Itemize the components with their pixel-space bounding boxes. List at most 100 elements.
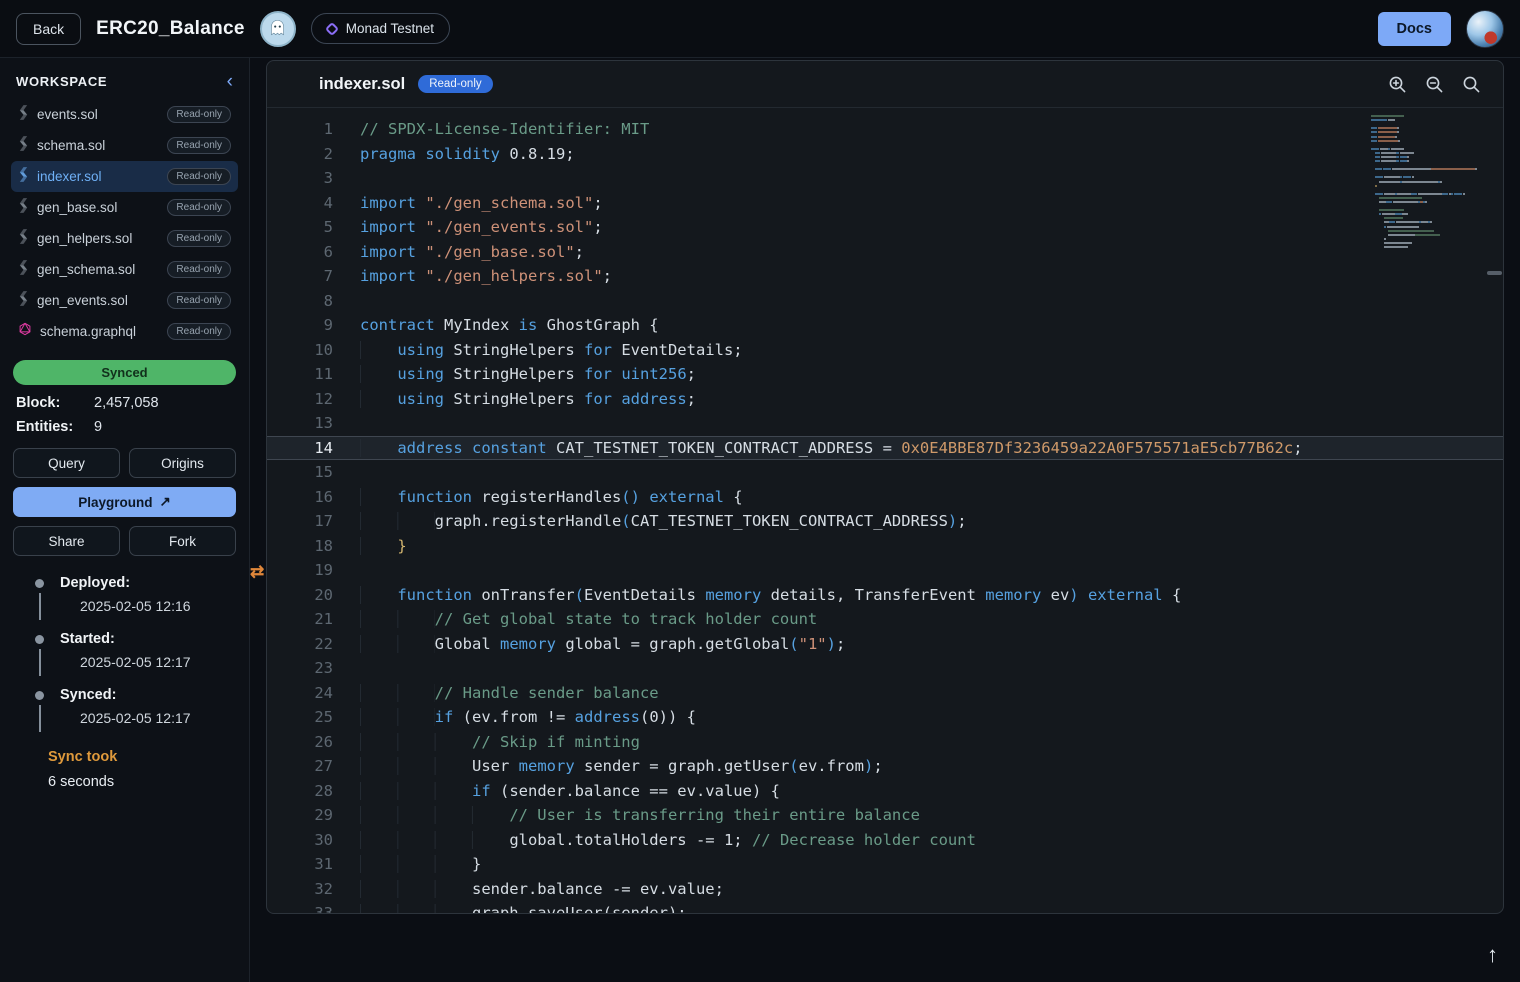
code-line[interactable]: 19 bbox=[267, 558, 1503, 583]
code-line[interactable]: 31 } bbox=[267, 852, 1503, 877]
block-stat: Block: 2,457,058 bbox=[11, 391, 238, 415]
ghostgraph-logo-icon[interactable] bbox=[260, 11, 296, 47]
code-line[interactable]: 30 global.totalHolders -= 1; // Decrease… bbox=[267, 828, 1503, 853]
share-button[interactable]: Share bbox=[13, 526, 120, 556]
code-line[interactable]: 13 bbox=[267, 411, 1503, 436]
origins-button[interactable]: Origins bbox=[129, 448, 236, 478]
solidity-icon bbox=[18, 229, 29, 249]
code-text: // Handle sender balance bbox=[360, 681, 659, 706]
code-line[interactable]: 12 using StringHelpers for address; bbox=[267, 387, 1503, 412]
block-value: 2,457,058 bbox=[94, 395, 159, 411]
code-line[interactable]: 23 bbox=[267, 656, 1503, 681]
timeline-item-synced: Synced: 2025-02-05 12:17 bbox=[13, 687, 236, 743]
code-line[interactable]: 26 // Skip if minting bbox=[267, 730, 1503, 755]
sidebar-item-indexer-sol[interactable]: indexer.sol Read-only bbox=[11, 161, 238, 192]
code-line[interactable]: 15 bbox=[267, 460, 1503, 485]
query-button[interactable]: Query bbox=[13, 448, 120, 478]
code-line[interactable]: 8 bbox=[267, 289, 1503, 314]
network-badge[interactable]: Monad Testnet bbox=[311, 13, 450, 44]
line-number: 17 bbox=[267, 509, 333, 534]
code-line[interactable]: 7 import "./gen_helpers.sol"; bbox=[267, 264, 1503, 289]
fork-button[interactable]: Fork bbox=[129, 526, 236, 556]
file-name: gen_helpers.sol bbox=[37, 231, 132, 246]
code-text: User memory sender = graph.getUser(ev.fr… bbox=[360, 754, 883, 779]
code-line[interactable]: 25 if (ev.from != address(0)) { bbox=[267, 705, 1503, 730]
timeline-item-started: Started: 2025-02-05 12:17 bbox=[13, 631, 236, 687]
line-number: 21 bbox=[267, 607, 333, 632]
sidebar-item-gen-base-sol[interactable]: gen_base.sol Read-only bbox=[11, 192, 238, 223]
sidebar-item-schema-sol[interactable]: schema.sol Read-only bbox=[11, 130, 238, 161]
line-number: 15 bbox=[267, 460, 333, 485]
user-avatar[interactable] bbox=[1466, 10, 1504, 48]
code-line[interactable]: 14 address constant CAT_TESTNET_TOKEN_CO… bbox=[267, 436, 1503, 461]
line-number: 6 bbox=[267, 240, 333, 265]
code-line[interactable]: 5import "./gen_events.sol"; bbox=[267, 215, 1503, 240]
zoom-in-icon[interactable] bbox=[1388, 75, 1407, 94]
editor-filename: indexer.sol bbox=[319, 75, 405, 94]
timeline-dot bbox=[35, 691, 44, 700]
code-line[interactable]: 10 using StringHelpers for EventDetails; bbox=[267, 338, 1503, 363]
block-label: Block: bbox=[16, 395, 94, 411]
scroll-to-top-button[interactable]: ↑ bbox=[1487, 942, 1498, 968]
playground-button[interactable]: Playground ↗ bbox=[13, 487, 236, 517]
sync-duration: Sync took 6 seconds bbox=[48, 749, 236, 790]
code-line[interactable]: 2pragma solidity 0.8.19; bbox=[267, 142, 1503, 167]
readonly-badge: Read-only bbox=[167, 137, 231, 154]
code-line[interactable]: 16 function registerHandles() external { bbox=[267, 485, 1503, 510]
zoom-out-icon[interactable] bbox=[1425, 75, 1444, 94]
minimap[interactable] bbox=[1371, 114, 1485, 254]
code-line[interactable]: 4import "./gen_schema.sol"; bbox=[267, 191, 1503, 216]
code-line[interactable]: 21 // Get global state to track holder c… bbox=[267, 607, 1503, 632]
line-number: 10 bbox=[267, 338, 333, 363]
sidebar-item-gen-helpers-sol[interactable]: gen_helpers.sol Read-only bbox=[11, 223, 238, 254]
code-text: if (ev.from != address(0)) { bbox=[360, 705, 696, 730]
code-line[interactable]: 24 // Handle sender balance bbox=[267, 681, 1503, 706]
code-line[interactable]: 20 function onTransfer(EventDetails memo… bbox=[267, 583, 1503, 608]
code-line[interactable]: 11 using StringHelpers for uint256; bbox=[267, 362, 1503, 387]
sidebar-item-schema-graphql[interactable]: schema.graphql Read-only bbox=[11, 316, 238, 347]
playground-label: Playground bbox=[78, 495, 152, 510]
scrollbar-thumb[interactable] bbox=[1487, 271, 1502, 275]
code-line[interactable]: 32 sender.balance -= ev.value; bbox=[267, 877, 1503, 902]
file-name: indexer.sol bbox=[37, 169, 102, 184]
line-number: 5 bbox=[267, 215, 333, 240]
timeline-item-deployed: Deployed: 2025-02-05 12:16 bbox=[13, 575, 236, 631]
sync-duration-value: 6 seconds bbox=[48, 774, 236, 790]
file-name: gen_events.sol bbox=[37, 293, 128, 308]
sidebar-item-events-sol[interactable]: events.sol Read-only bbox=[11, 99, 238, 130]
code-area[interactable]: 1// SPDX-License-Identifier: MIT2pragma … bbox=[267, 108, 1503, 913]
code-text: address constant CAT_TESTNET_TOKEN_CONTR… bbox=[360, 436, 1303, 461]
code-line[interactable]: 22 Global memory global = graph.getGloba… bbox=[267, 632, 1503, 657]
line-number: 26 bbox=[267, 730, 333, 755]
code-text: if (sender.balance == ev.value) { bbox=[360, 779, 780, 804]
code-line[interactable]: 33 graph.saveUser(sender); bbox=[267, 901, 1503, 913]
workspace-header: WORKSPACE ‹ bbox=[11, 72, 238, 99]
code-line[interactable]: 1// SPDX-License-Identifier: MIT bbox=[267, 117, 1503, 142]
ghost-icon bbox=[266, 17, 289, 40]
code-line[interactable]: 18 } bbox=[267, 534, 1503, 559]
code-text: import "./gen_helpers.sol"; bbox=[360, 264, 612, 289]
docs-button[interactable]: Docs bbox=[1378, 12, 1451, 46]
code-line[interactable]: 17 graph.registerHandle(CAT_TESTNET_TOKE… bbox=[267, 509, 1503, 534]
sidebar: WORKSPACE ‹ events.sol Read-only schema.… bbox=[0, 58, 250, 982]
sync-duration-label: Sync took bbox=[48, 749, 236, 765]
network-name: Monad Testnet bbox=[346, 21, 434, 36]
line-number: 7 bbox=[267, 264, 333, 289]
back-button[interactable]: Back bbox=[16, 13, 81, 45]
sidebar-item-gen-events-sol[interactable]: gen_events.sol Read-only bbox=[11, 285, 238, 316]
code-line[interactable]: 28 if (sender.balance == ev.value) { bbox=[267, 779, 1503, 804]
line-number: 3 bbox=[267, 166, 333, 191]
code-line[interactable]: 6import "./gen_base.sol"; bbox=[267, 240, 1503, 265]
timeline-dot bbox=[35, 579, 44, 588]
line-number: 32 bbox=[267, 877, 333, 902]
code-line[interactable]: 29 // User is transferring their entire … bbox=[267, 803, 1503, 828]
sidebar-item-gen-schema-sol[interactable]: gen_schema.sol Read-only bbox=[11, 254, 238, 285]
search-icon[interactable] bbox=[1462, 75, 1481, 94]
collapse-sidebar-icon[interactable]: ‹ bbox=[227, 75, 233, 89]
code-line[interactable]: 9contract MyIndex is GhostGraph { bbox=[267, 313, 1503, 338]
code-line[interactable]: 3 bbox=[267, 166, 1503, 191]
timeline-timestamp: 2025-02-05 12:16 bbox=[80, 598, 236, 614]
panel-resize-handle[interactable]: ⇄ bbox=[250, 562, 264, 582]
project-title: ERC20_Balance bbox=[96, 18, 245, 40]
code-line[interactable]: 27 User memory sender = graph.getUser(ev… bbox=[267, 754, 1503, 779]
